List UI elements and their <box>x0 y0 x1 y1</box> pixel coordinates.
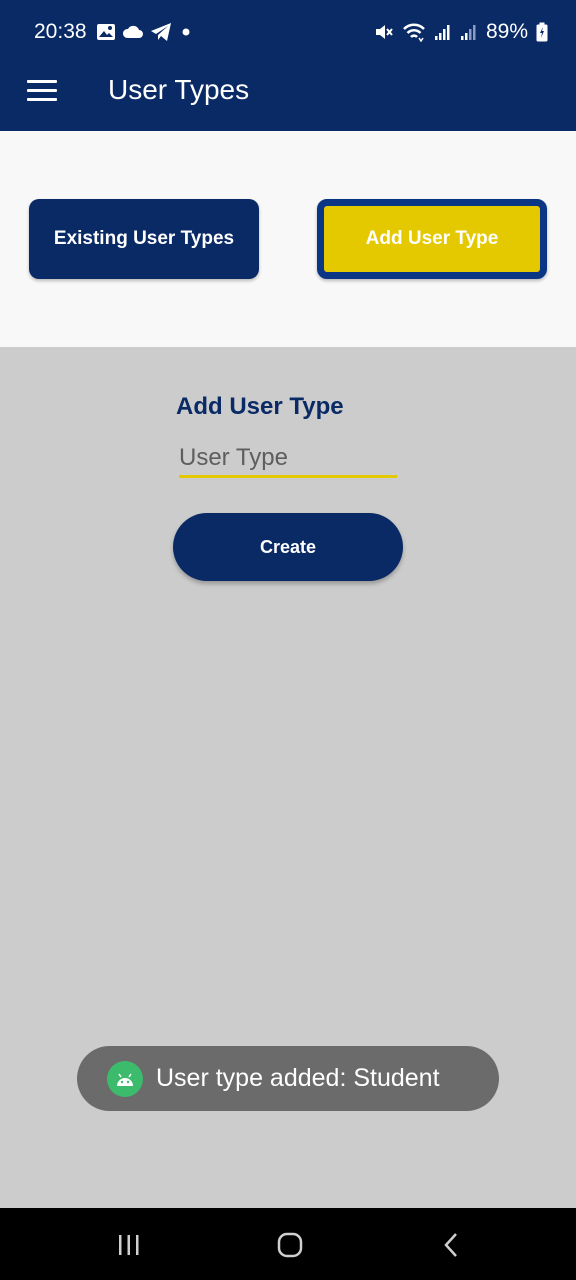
tab-add-user-type[interactable]: Add User Type <box>317 199 547 279</box>
status-notification-icons <box>96 22 194 42</box>
home-icon[interactable] <box>270 1228 310 1262</box>
user-type-input[interactable] <box>179 440 397 478</box>
battery-icon <box>536 22 548 42</box>
back-icon[interactable] <box>432 1228 472 1262</box>
signal-icon-2 <box>460 25 476 40</box>
status-system-icons: 89% <box>374 20 548 44</box>
toast-text: User type added: Student <box>156 1064 440 1092</box>
app-bar: User Types <box>0 64 576 131</box>
dot-icon <box>182 28 190 36</box>
form-title: Add User Type <box>176 393 344 420</box>
signal-icon <box>434 25 450 40</box>
image-icon <box>97 24 115 40</box>
hamburger-menu-icon[interactable] <box>27 80 57 104</box>
status-time: 20:38 <box>34 20 87 43</box>
cloud-icon <box>122 25 143 38</box>
wifi-icon <box>403 23 425 42</box>
toast-message: User type added: Student <box>77 1046 499 1111</box>
tab-panel: Existing User Types Add User Type <box>0 131 576 347</box>
page-title: User Types <box>108 74 250 105</box>
mute-icon <box>375 25 393 39</box>
tab-existing-user-types[interactable]: Existing User Types <box>29 199 259 279</box>
status-bar: 20:38 89% <box>0 0 576 64</box>
system-nav-bar <box>0 1208 576 1280</box>
android-icon <box>107 1060 143 1097</box>
telegram-icon <box>151 23 171 41</box>
create-button[interactable]: Create <box>173 513 403 581</box>
recents-icon[interactable] <box>109 1228 149 1262</box>
battery-percentage: 89% <box>485 20 528 43</box>
